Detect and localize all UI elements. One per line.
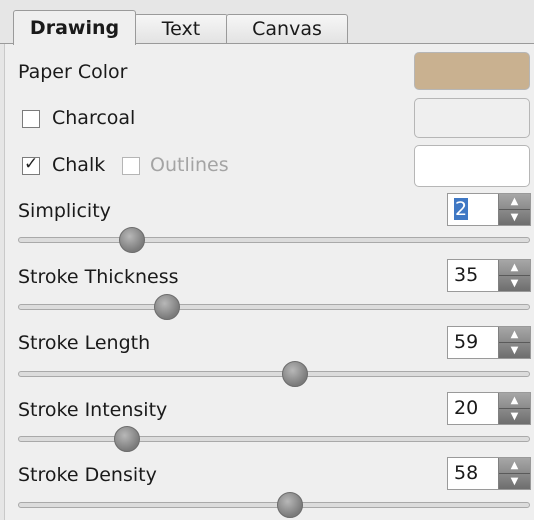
- spin-value[interactable]: 35: [454, 264, 478, 286]
- triangle-down-icon[interactable]: ▼: [499, 343, 530, 358]
- chalk-checkbox[interactable]: ✓: [22, 154, 40, 175]
- spin-value[interactable]: 2: [454, 198, 469, 220]
- triangle-down-icon[interactable]: ▼: [499, 210, 530, 225]
- stroke-length-slider[interactable]: [18, 361, 530, 387]
- slider-handle[interactable]: [114, 426, 140, 452]
- outlines-checkbox[interactable]: [122, 157, 140, 175]
- spin-buttons[interactable]: ▲ ▼: [498, 260, 530, 291]
- spin-buttons[interactable]: ▲ ▼: [498, 327, 530, 358]
- outlines-label: Outlines: [150, 154, 229, 176]
- triangle-up-icon[interactable]: ▲: [499, 458, 530, 474]
- spin-value[interactable]: 58: [454, 462, 478, 484]
- stroke-thickness-label: Stroke Thickness: [18, 266, 179, 288]
- stroke-intensity-spinbox[interactable]: 20 ▲ ▼: [447, 392, 531, 425]
- charcoal-checkbox[interactable]: [22, 110, 40, 128]
- spin-buttons[interactable]: ▲ ▼: [498, 194, 530, 225]
- stroke-thickness-slider[interactable]: [18, 294, 530, 320]
- simplicity-label: Simplicity: [18, 200, 111, 222]
- charcoal-color-swatch[interactable]: [414, 98, 530, 138]
- triangle-up-icon[interactable]: ▲: [499, 260, 530, 276]
- slider-handle[interactable]: [277, 492, 303, 518]
- paper-color-swatch[interactable]: [414, 52, 530, 90]
- simplicity-slider[interactable]: [18, 227, 530, 253]
- stroke-thickness-spinbox[interactable]: 35 ▲ ▼: [447, 259, 531, 292]
- stroke-length-label: Stroke Length: [18, 332, 151, 354]
- checkmark-icon: ✓: [24, 154, 39, 174]
- stroke-density-label: Stroke Density: [18, 464, 157, 486]
- chalk-label: Chalk: [52, 154, 106, 176]
- triangle-down-icon[interactable]: ▼: [499, 409, 530, 424]
- slider-handle[interactable]: [119, 227, 145, 253]
- stroke-density-spinbox[interactable]: 58 ▲ ▼: [447, 457, 531, 490]
- triangle-down-icon[interactable]: ▼: [499, 276, 530, 291]
- tab-drawing[interactable]: Drawing: [13, 10, 136, 45]
- stroke-length-spinbox[interactable]: 59 ▲ ▼: [447, 326, 531, 359]
- stroke-density-slider[interactable]: [18, 492, 530, 518]
- triangle-up-icon[interactable]: ▲: [499, 194, 530, 210]
- paper-color-label: Paper Color: [18, 61, 128, 83]
- spin-value[interactable]: 20: [454, 397, 478, 419]
- spin-buttons[interactable]: ▲ ▼: [498, 458, 530, 489]
- chalk-color-swatch[interactable]: [414, 145, 530, 187]
- triangle-up-icon[interactable]: ▲: [499, 393, 530, 409]
- tab-canvas[interactable]: Canvas: [226, 14, 348, 43]
- spin-buttons[interactable]: ▲ ▼: [498, 393, 530, 424]
- triangle-down-icon[interactable]: ▼: [499, 474, 530, 489]
- charcoal-label: Charcoal: [52, 107, 136, 129]
- slider-handle[interactable]: [282, 361, 308, 387]
- stroke-intensity-slider[interactable]: [18, 426, 530, 452]
- stroke-intensity-label: Stroke Intensity: [18, 399, 168, 421]
- tab-text[interactable]: Text: [134, 14, 228, 43]
- triangle-up-icon[interactable]: ▲: [499, 327, 530, 343]
- simplicity-spinbox[interactable]: 2 ▲ ▼: [447, 193, 531, 226]
- spin-value[interactable]: 59: [454, 331, 478, 353]
- slider-handle[interactable]: [154, 294, 180, 320]
- tab-bar: Drawing Text Canvas: [0, 0, 534, 45]
